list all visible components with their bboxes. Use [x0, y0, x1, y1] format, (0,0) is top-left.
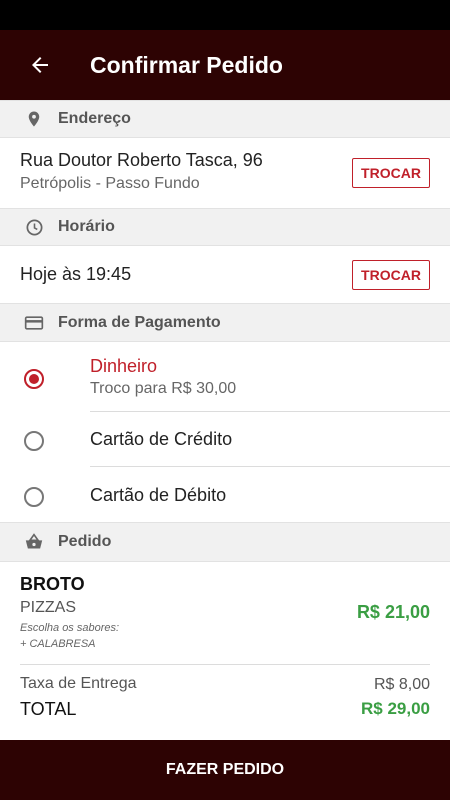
arrow-left-icon: [32, 57, 48, 73]
order-item-flavor: + CALABRESA: [20, 638, 96, 650]
delivery-fee-value: R$ 8,00: [373, 676, 430, 693]
basket-icon: [22, 530, 46, 554]
clock-icon: [22, 215, 46, 239]
address-district: Petrópolis - Passo Fundo: [20, 175, 200, 192]
order-item-note: Escolha os sabores:: [20, 622, 120, 634]
delivery-fee-label: Taxa de Entrega: [20, 675, 137, 692]
order-item-price: R$ 21,00: [356, 602, 430, 622]
address-street: Rua Doutor Roberto Tasca, 96: [20, 150, 263, 170]
schedule-row: Hoje às 19:45 TROCAR: [0, 246, 450, 303]
back-button[interactable]: [0, 30, 80, 100]
payment-option-label: Dinheiro: [90, 356, 158, 376]
page-title: Confirmar Pedido: [90, 51, 283, 78]
radio-debit[interactable]: [24, 487, 44, 507]
payment-option-credit[interactable]: Cartão de Crédito: [0, 412, 450, 467]
payment-header-label: Forma de Pagamento: [58, 313, 221, 331]
status-bar: [0, 0, 450, 30]
app-bar: Confirmar Pedido: [0, 30, 450, 100]
payment-option-label: Cartão de Crédito: [90, 429, 233, 449]
address-row: Rua Doutor Roberto Tasca, 96 Petrópolis …: [0, 138, 450, 208]
order-item-name: BROTO: [20, 574, 85, 594]
schedule-time: Hoje às 19:45: [20, 264, 132, 284]
schedule-header-label: Horário: [58, 218, 115, 235]
payment-option-label: Cartão de Débito: [90, 485, 227, 505]
total-label: TOTAL: [20, 699, 77, 719]
total-value: R$ 29,00: [361, 699, 430, 718]
address-section-header: Endereço: [0, 100, 450, 138]
place-order-label: FAZER PEDIDO: [165, 761, 285, 778]
payment-option-cash[interactable]: Dinheiro Troco para R$ 30,00: [0, 342, 450, 412]
radio-cash[interactable]: [24, 369, 44, 389]
credit-card-icon: [22, 311, 46, 335]
payment-option-debit[interactable]: Cartão de Débito: [0, 467, 450, 522]
place-order-button[interactable]: FAZER PEDIDO: [0, 740, 450, 800]
change-time-button[interactable]: TROCAR: [352, 260, 430, 290]
schedule-section-header: Horário: [0, 208, 450, 246]
radio-credit[interactable]: [24, 431, 44, 451]
payment-option-sub: Troco para R$ 30,00: [90, 380, 237, 397]
location-pin-icon: [22, 107, 46, 131]
change-address-button[interactable]: TROCAR: [352, 158, 430, 188]
order-header-label: Pedido: [58, 533, 112, 550]
order-item-category: PIZZAS: [20, 599, 77, 616]
address-header-label: Endereço: [58, 110, 131, 127]
payment-section-header: Forma de Pagamento: [0, 303, 450, 342]
divider: [20, 664, 430, 665]
order-section-header: Pedido: [0, 522, 450, 562]
